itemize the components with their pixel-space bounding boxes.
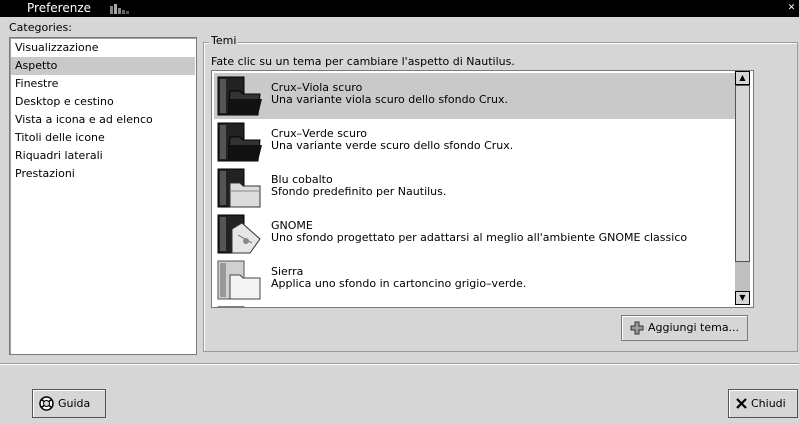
categories-list[interactable]: Visualizzazione Aspetto Finestre Desktop… — [9, 37, 197, 355]
close-button-label: Chiudi — [751, 397, 786, 410]
theme-description: Applica uno sfondo in cartoncino grigio–… — [271, 277, 527, 290]
dialog-separator — [0, 363, 799, 365]
close-x-icon — [736, 398, 747, 409]
light-folder-icon — [217, 168, 261, 208]
dark-folder-icon — [217, 76, 262, 116]
themes-scrollbar[interactable]: ▲ ▼ — [735, 71, 750, 305]
category-item-riquadri-laterali[interactable]: Riquadri laterali — [11, 147, 195, 165]
close-button[interactable]: Chiudi — [728, 389, 798, 418]
categories-label: Categories: — [9, 21, 72, 34]
themes-description: Fate clic su un tema per cambiare l'aspe… — [211, 55, 515, 68]
scrollbar-thumb[interactable] — [735, 85, 750, 262]
themes-frame-label: Temi — [209, 34, 239, 47]
theme-description: Uno sfondo progettato per adattarsi al m… — [271, 231, 688, 244]
preferences-window: Preferenze ✕ Categories: Visualizzazione… — [0, 0, 799, 423]
category-item-titoli-icone[interactable]: Titoli delle icone — [11, 129, 195, 147]
category-item-prestazioni[interactable]: Prestazioni — [11, 165, 195, 183]
theme-row-partial[interactable] — [214, 303, 736, 307]
theme-description: Sfondo predefinito per Nautilus. — [271, 185, 447, 198]
window-close-icon[interactable]: ✕ — [786, 3, 797, 14]
category-item-desktop-cestino[interactable]: Desktop e cestino — [11, 93, 195, 111]
add-plus-icon — [630, 321, 644, 335]
theme-row-gnome[interactable]: GNOME Uno sfondo progettato per adattars… — [214, 211, 736, 257]
folder-icon — [217, 306, 245, 307]
window-title: Preferenze — [27, 1, 92, 15]
theme-row-blu-cobalto[interactable]: Blu cobalto Sfondo predefinito per Nauti… — [214, 165, 736, 211]
scroll-up-arrow-icon[interactable]: ▲ — [735, 71, 750, 85]
category-item-vista-icona-elenco[interactable]: Vista a icona e ad elenco — [11, 111, 195, 129]
theme-row-sierra[interactable]: Sierra Applica uno sfondo in cartoncino … — [214, 257, 736, 303]
title-bar[interactable]: Preferenze ✕ — [0, 0, 799, 17]
themes-list[interactable]: Crux–Viola scuro Una variante viola scur… — [211, 70, 754, 308]
category-item-finestre[interactable]: Finestre — [11, 75, 195, 93]
help-button[interactable]: Guida — [32, 389, 106, 418]
lifebuoy-icon — [39, 396, 54, 411]
titlebar-grip-icon — [110, 4, 129, 14]
add-theme-button[interactable]: Aggiungi tema... — [621, 315, 748, 341]
dark-folder-icon — [217, 122, 262, 162]
scroll-down-arrow-icon[interactable]: ▼ — [735, 291, 750, 305]
theme-row-crux-viola[interactable]: Crux–Viola scuro Una variante viola scur… — [214, 73, 736, 119]
gnome-folder-icon — [217, 214, 261, 254]
theme-description: Una variante viola scuro dello sfondo Cr… — [271, 93, 509, 106]
category-item-aspetto[interactable]: Aspetto — [11, 57, 195, 75]
add-theme-label: Aggiungi tema... — [648, 321, 740, 334]
category-item-visualizzazione[interactable]: Visualizzazione — [11, 39, 195, 57]
white-folder-icon — [217, 260, 261, 300]
theme-row-crux-verde[interactable]: Crux–Verde scuro Una variante verde scur… — [214, 119, 736, 165]
help-button-label: Guida — [58, 397, 91, 410]
theme-description: Una variante verde scuro dello sfondo Cr… — [271, 139, 514, 152]
